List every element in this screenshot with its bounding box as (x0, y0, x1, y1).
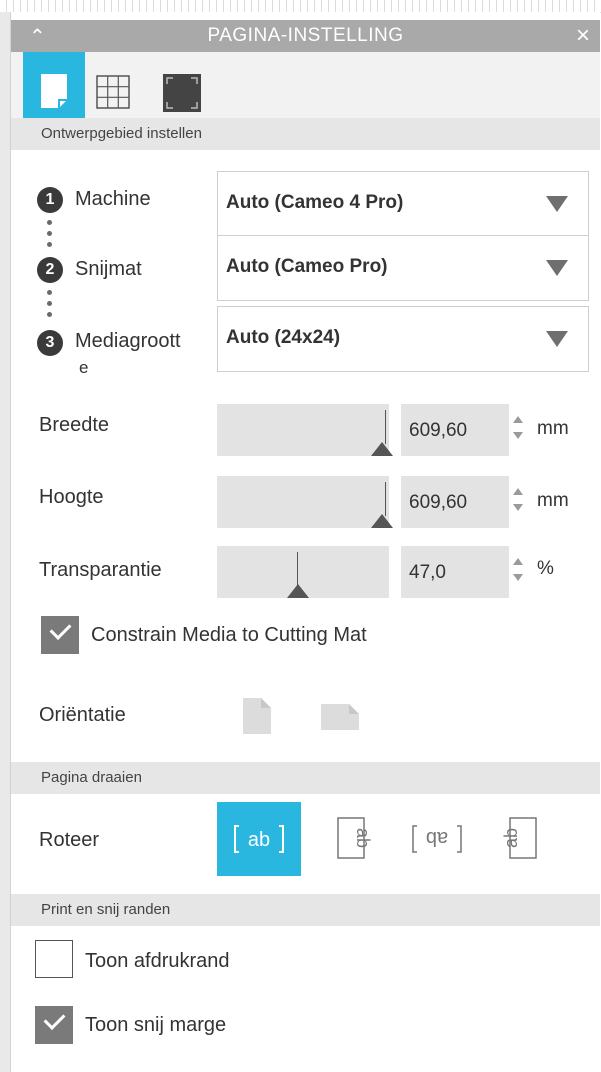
step-3-badge: 3 (37, 330, 63, 356)
machine-label: Machine (75, 188, 151, 210)
rotate-0-button[interactable]: ab (217, 802, 301, 876)
height-unit: mm (537, 490, 569, 511)
height-slider-thumb[interactable] (371, 514, 393, 528)
width-input[interactable]: 609,60 (401, 404, 509, 456)
dropdown-arrow-icon (546, 196, 568, 212)
transparency-spinner[interactable] (511, 546, 525, 598)
rotate-90-button[interactable]: ab (309, 802, 393, 876)
rotate-label: Roteer (39, 829, 100, 851)
rotate-0-icon: ab (234, 825, 284, 853)
machine-select-value: Auto (Cameo 4 Pro) (226, 192, 404, 213)
spin-down-icon[interactable] (513, 574, 523, 581)
show-cut-margin-label: Toon snij marge (85, 1014, 227, 1036)
media-size-select-value: Auto (24x24) (226, 327, 341, 348)
step-connector (47, 290, 53, 323)
landscape-orientation-icon[interactable] (319, 702, 361, 732)
section-rotate-page: Pagina draaien (11, 762, 600, 794)
step-1-badge: 1 (37, 187, 63, 213)
section-print-cut: Print en snij randen (11, 894, 600, 926)
media-label-wrap: e (79, 358, 89, 377)
orientation-label: Oriëntatie (39, 704, 126, 726)
transparency-slider[interactable] (217, 546, 389, 598)
close-icon[interactable]: × (576, 22, 590, 50)
height-slider-track-mark (385, 482, 386, 516)
transparency-input[interactable]: 47,0 (401, 546, 509, 598)
checkmark-icon (43, 1008, 66, 1030)
height-spinner[interactable] (511, 476, 525, 528)
section-design-area: Ontwerpgebied instellen (11, 118, 600, 150)
rotate-180-button[interactable]: ab (395, 802, 479, 876)
mat-label: Snijmat (75, 258, 142, 280)
spin-up-icon[interactable] (513, 488, 523, 495)
dropdown-arrow-icon (546, 331, 568, 347)
svg-text:ab: ab (501, 828, 521, 848)
svg-text:ab: ab (426, 827, 448, 849)
height-input[interactable]: 609,60 (401, 476, 509, 528)
transparency-slider-track-mark (297, 552, 298, 586)
spin-up-icon[interactable] (513, 416, 523, 423)
section-rotate-page-title: Pagina draaien (41, 769, 142, 786)
section-print-cut-title: Print en snij randen (41, 901, 171, 918)
rotate-180-icon: ab (412, 825, 462, 853)
rotate-270-button[interactable]: ab (481, 802, 565, 876)
width-slider[interactable] (217, 404, 393, 456)
mat-select[interactable]: Auto (Cameo Pro) (217, 235, 589, 301)
rotate-90-icon: ab (337, 817, 373, 859)
svg-text:ab: ab (248, 829, 270, 851)
spin-down-icon[interactable] (513, 432, 523, 439)
spin-down-icon[interactable] (513, 504, 523, 511)
machine-select[interactable]: Auto (Cameo 4 Pro) (217, 171, 589, 237)
step-2-badge: 2 (37, 257, 63, 283)
width-spinner[interactable] (511, 404, 525, 456)
checkmark-icon (49, 618, 72, 640)
show-cut-margin-checkbox[interactable] (35, 1006, 73, 1044)
width-slider-track-mark (385, 410, 386, 444)
height-label: Hoogte (39, 486, 104, 508)
width-unit: mm (537, 418, 569, 439)
panel-title: PAGINA-INSTELLING (207, 25, 404, 46)
transparency-unit: % (537, 558, 554, 579)
svg-text:ab: ab (353, 828, 373, 848)
width-value: 609,60 (409, 420, 468, 441)
step-connector (47, 220, 53, 253)
transparency-slider-thumb[interactable] (287, 584, 309, 598)
dropdown-arrow-icon (546, 260, 568, 276)
media-size-select[interactable]: Auto (24x24) (217, 306, 589, 372)
show-print-border-checkbox[interactable] (35, 940, 73, 978)
panel-titlebar[interactable]: ⌃ PAGINA-INSTELLING × (11, 20, 600, 52)
transparency-label: Transparantie (39, 559, 162, 581)
spin-up-icon[interactable] (513, 558, 523, 565)
height-slider[interactable] (217, 476, 393, 528)
constrain-media-checkbox[interactable] (41, 616, 79, 654)
left-rail (0, 12, 10, 1072)
media-label: Mediagroott (75, 330, 181, 352)
width-slider-thumb[interactable] (371, 442, 393, 456)
rotate-270-icon: ab (501, 817, 537, 859)
transparency-value: 47,0 (409, 562, 446, 583)
portrait-orientation-icon[interactable] (241, 696, 273, 736)
mat-select-value: Auto (Cameo Pro) (226, 256, 388, 277)
show-print-border-label: Toon afdrukrand (85, 950, 230, 972)
height-value: 609,60 (409, 492, 468, 513)
constrain-media-label: Constrain Media to Cutting Mat (91, 624, 367, 646)
width-label: Breedte (39, 414, 110, 436)
page-setup-panel: ⌃ PAGINA-INSTELLING × Ontwerpgebied inst… (10, 12, 600, 1072)
section-design-area-title: Ontwerpgebied instellen (41, 125, 202, 142)
